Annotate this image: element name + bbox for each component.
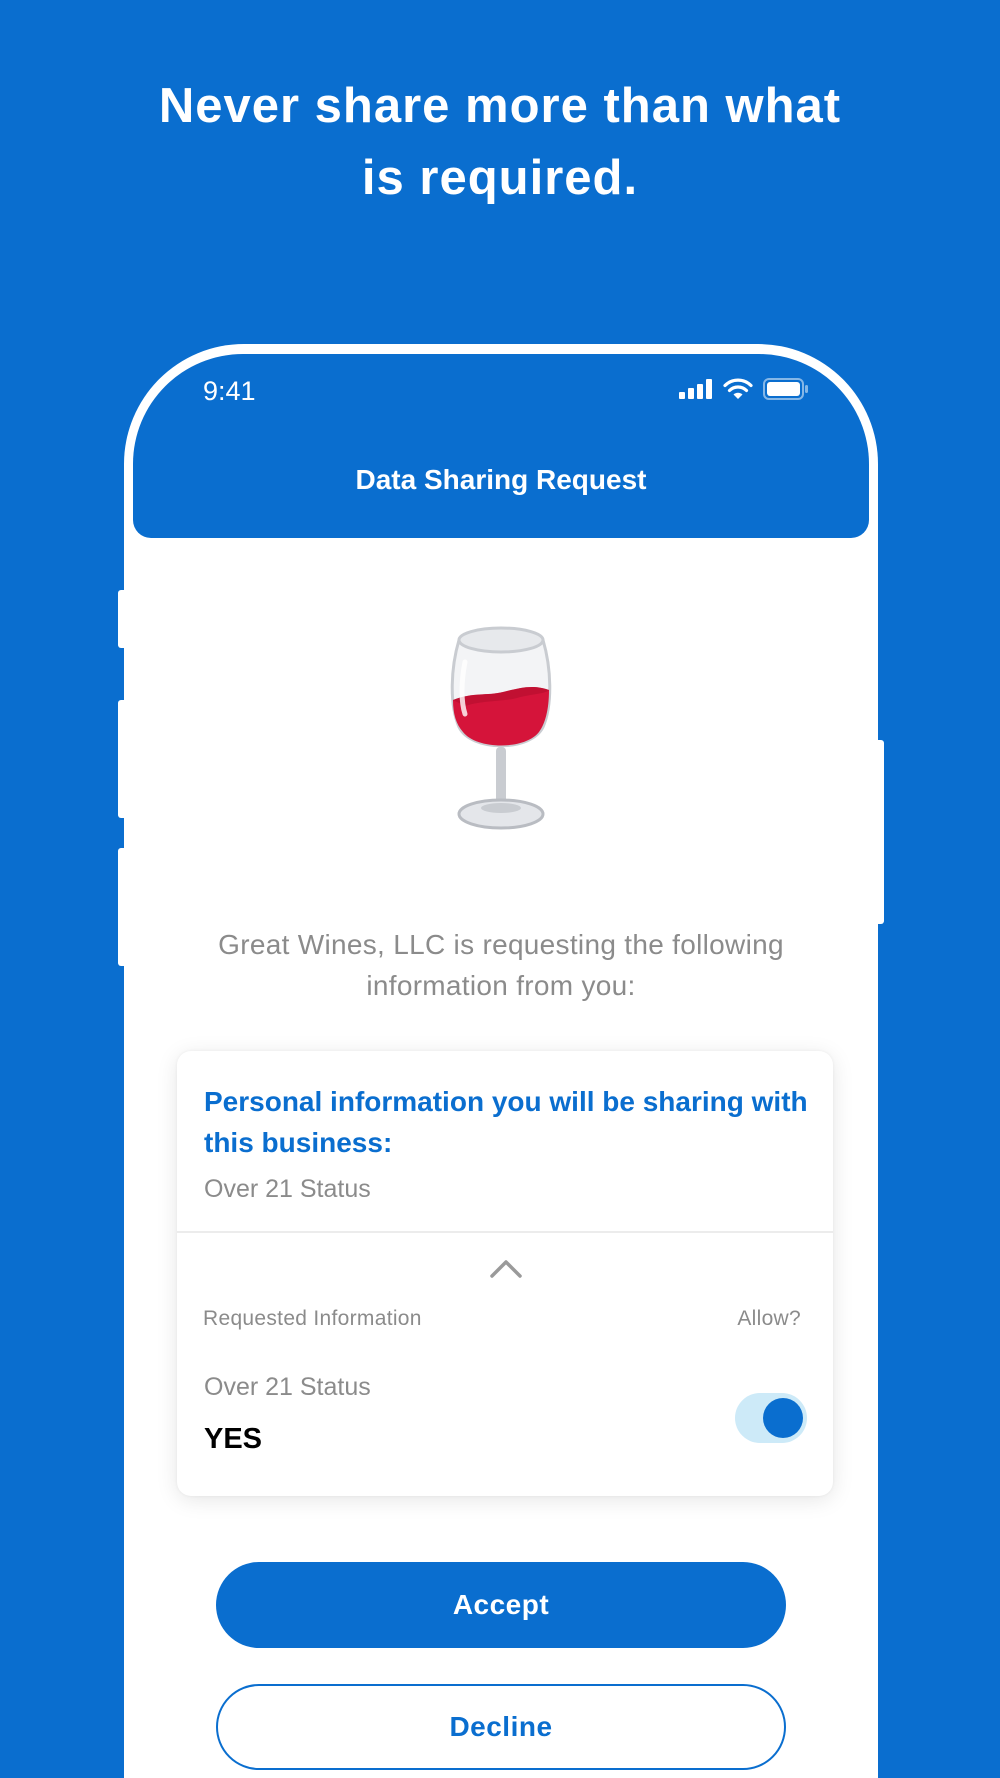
- card-summary: Over 21 Status: [204, 1175, 371, 1203]
- status-time: 9:41: [203, 376, 256, 406]
- headline-line-1: Never share more than what: [158, 79, 842, 133]
- request-text: Great Wines, LLC is requesting the follo…: [218, 929, 784, 1001]
- item-value: YES: [204, 1423, 263, 1455]
- headline-line-2: is required.: [361, 151, 639, 205]
- status-icons: [679, 378, 809, 400]
- column-header-allow: Allow?: [737, 1307, 801, 1330]
- item-label: Over 21 Status: [204, 1373, 371, 1401]
- card-divider: [177, 1231, 833, 1233]
- card-heading: Personal information you will be sharing…: [204, 1086, 808, 1158]
- toggle-knob: [763, 1398, 803, 1438]
- headline: Never share more than what is required.: [0, 70, 1000, 214]
- decline-button[interactable]: Decline: [216, 1684, 786, 1770]
- nav-title: Data Sharing Request: [355, 464, 647, 495]
- sharing-card: Personal information you will be sharing…: [177, 1051, 833, 1496]
- chevron-up-icon[interactable]: [489, 1257, 523, 1279]
- column-header-requested-information: Requested Information: [203, 1307, 422, 1330]
- wifi-icon: [723, 378, 753, 399]
- nav-header: 9:41 Data Sharing Request: [133, 354, 869, 538]
- phone-screen: 9:41 Data Sharing Request Great Wines, L…: [133, 354, 869, 1778]
- wine-glass-icon: [450, 626, 552, 830]
- accept-button[interactable]: Accept: [216, 1562, 786, 1648]
- battery-icon: [763, 378, 808, 400]
- allow-toggle[interactable]: [735, 1393, 807, 1443]
- cellular-signal-icon: [679, 379, 712, 399]
